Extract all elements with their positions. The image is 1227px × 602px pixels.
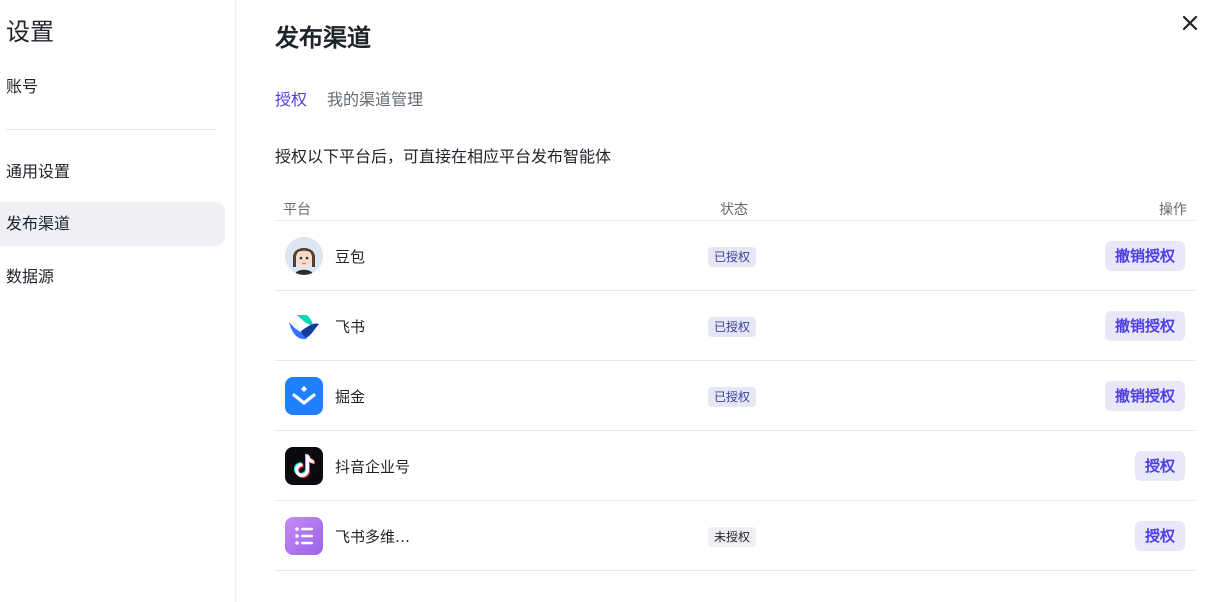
table-row: 抖音企业号 授权	[275, 431, 1195, 501]
status-badge: 已授权	[708, 317, 757, 337]
tab-bar: 授权 我的渠道管理	[275, 88, 423, 112]
close-icon	[1182, 15, 1198, 31]
sidebar-item-data-sources[interactable]: 数据源	[0, 255, 225, 299]
authorize-button[interactable]: 授权	[1134, 451, 1185, 481]
juejin-logo-icon	[285, 377, 323, 415]
doubao-avatar-icon	[285, 237, 323, 275]
platform-name: 掘金	[335, 388, 366, 406]
revoke-authorization-button[interactable]: 撤销授权	[1104, 241, 1185, 271]
revoke-authorization-button[interactable]: 撤销授权	[1104, 311, 1185, 341]
status-badge: 已授权	[708, 387, 757, 407]
revoke-authorization-button[interactable]: 撤销授权	[1104, 381, 1185, 411]
table-row: 豆包 已授权 撤销授权	[275, 221, 1195, 291]
feishu-logo-icon	[285, 307, 323, 345]
sidebar-item-general-settings[interactable]: 通用设置	[0, 150, 225, 194]
sidebar-item-publish-channels[interactable]: 发布渠道	[0, 202, 225, 246]
column-header-status: 状态	[720, 202, 748, 218]
column-header-action: 操作	[1159, 202, 1187, 218]
description-text: 授权以下平台后，可直接在相应平台发布智能体	[275, 147, 612, 166]
platform-name: 抖音企业号	[335, 458, 411, 476]
column-header-platform: 平台	[283, 202, 311, 218]
status-badge: 未授权	[708, 527, 757, 547]
settings-sidebar: 设置 账号 通用设置 发布渠道 数据源	[0, 0, 236, 602]
sidebar-title: 设置	[6, 18, 54, 46]
platform-table: 平台 状态 操作 豆包 已授权 撤销授权 飞书 已授权 撤销授权 掘金 已授权 …	[275, 196, 1195, 571]
tab-authorize[interactable]: 授权	[275, 88, 307, 112]
table-row: 飞书多维… 未授权 授权	[275, 501, 1195, 571]
platform-name: 飞书多维…	[335, 528, 411, 546]
close-button[interactable]	[1175, 8, 1205, 38]
status-badge: 已授权	[708, 247, 757, 267]
page-title: 发布渠道	[275, 24, 371, 52]
feishu-bitable-icon	[285, 517, 323, 555]
authorize-button[interactable]: 授权	[1134, 521, 1185, 551]
table-row: 飞书 已授权 撤销授权	[275, 291, 1195, 361]
table-row: 掘金 已授权 撤销授权	[275, 361, 1195, 431]
sidebar-divider	[6, 129, 215, 130]
tab-my-channels[interactable]: 我的渠道管理	[327, 88, 423, 112]
sidebar-item-account[interactable]: 账号	[0, 65, 225, 109]
platform-name: 豆包	[335, 248, 366, 266]
platform-name: 飞书	[335, 318, 366, 336]
table-header: 平台 状态 操作	[275, 196, 1195, 221]
douyin-logo-icon	[285, 447, 323, 485]
